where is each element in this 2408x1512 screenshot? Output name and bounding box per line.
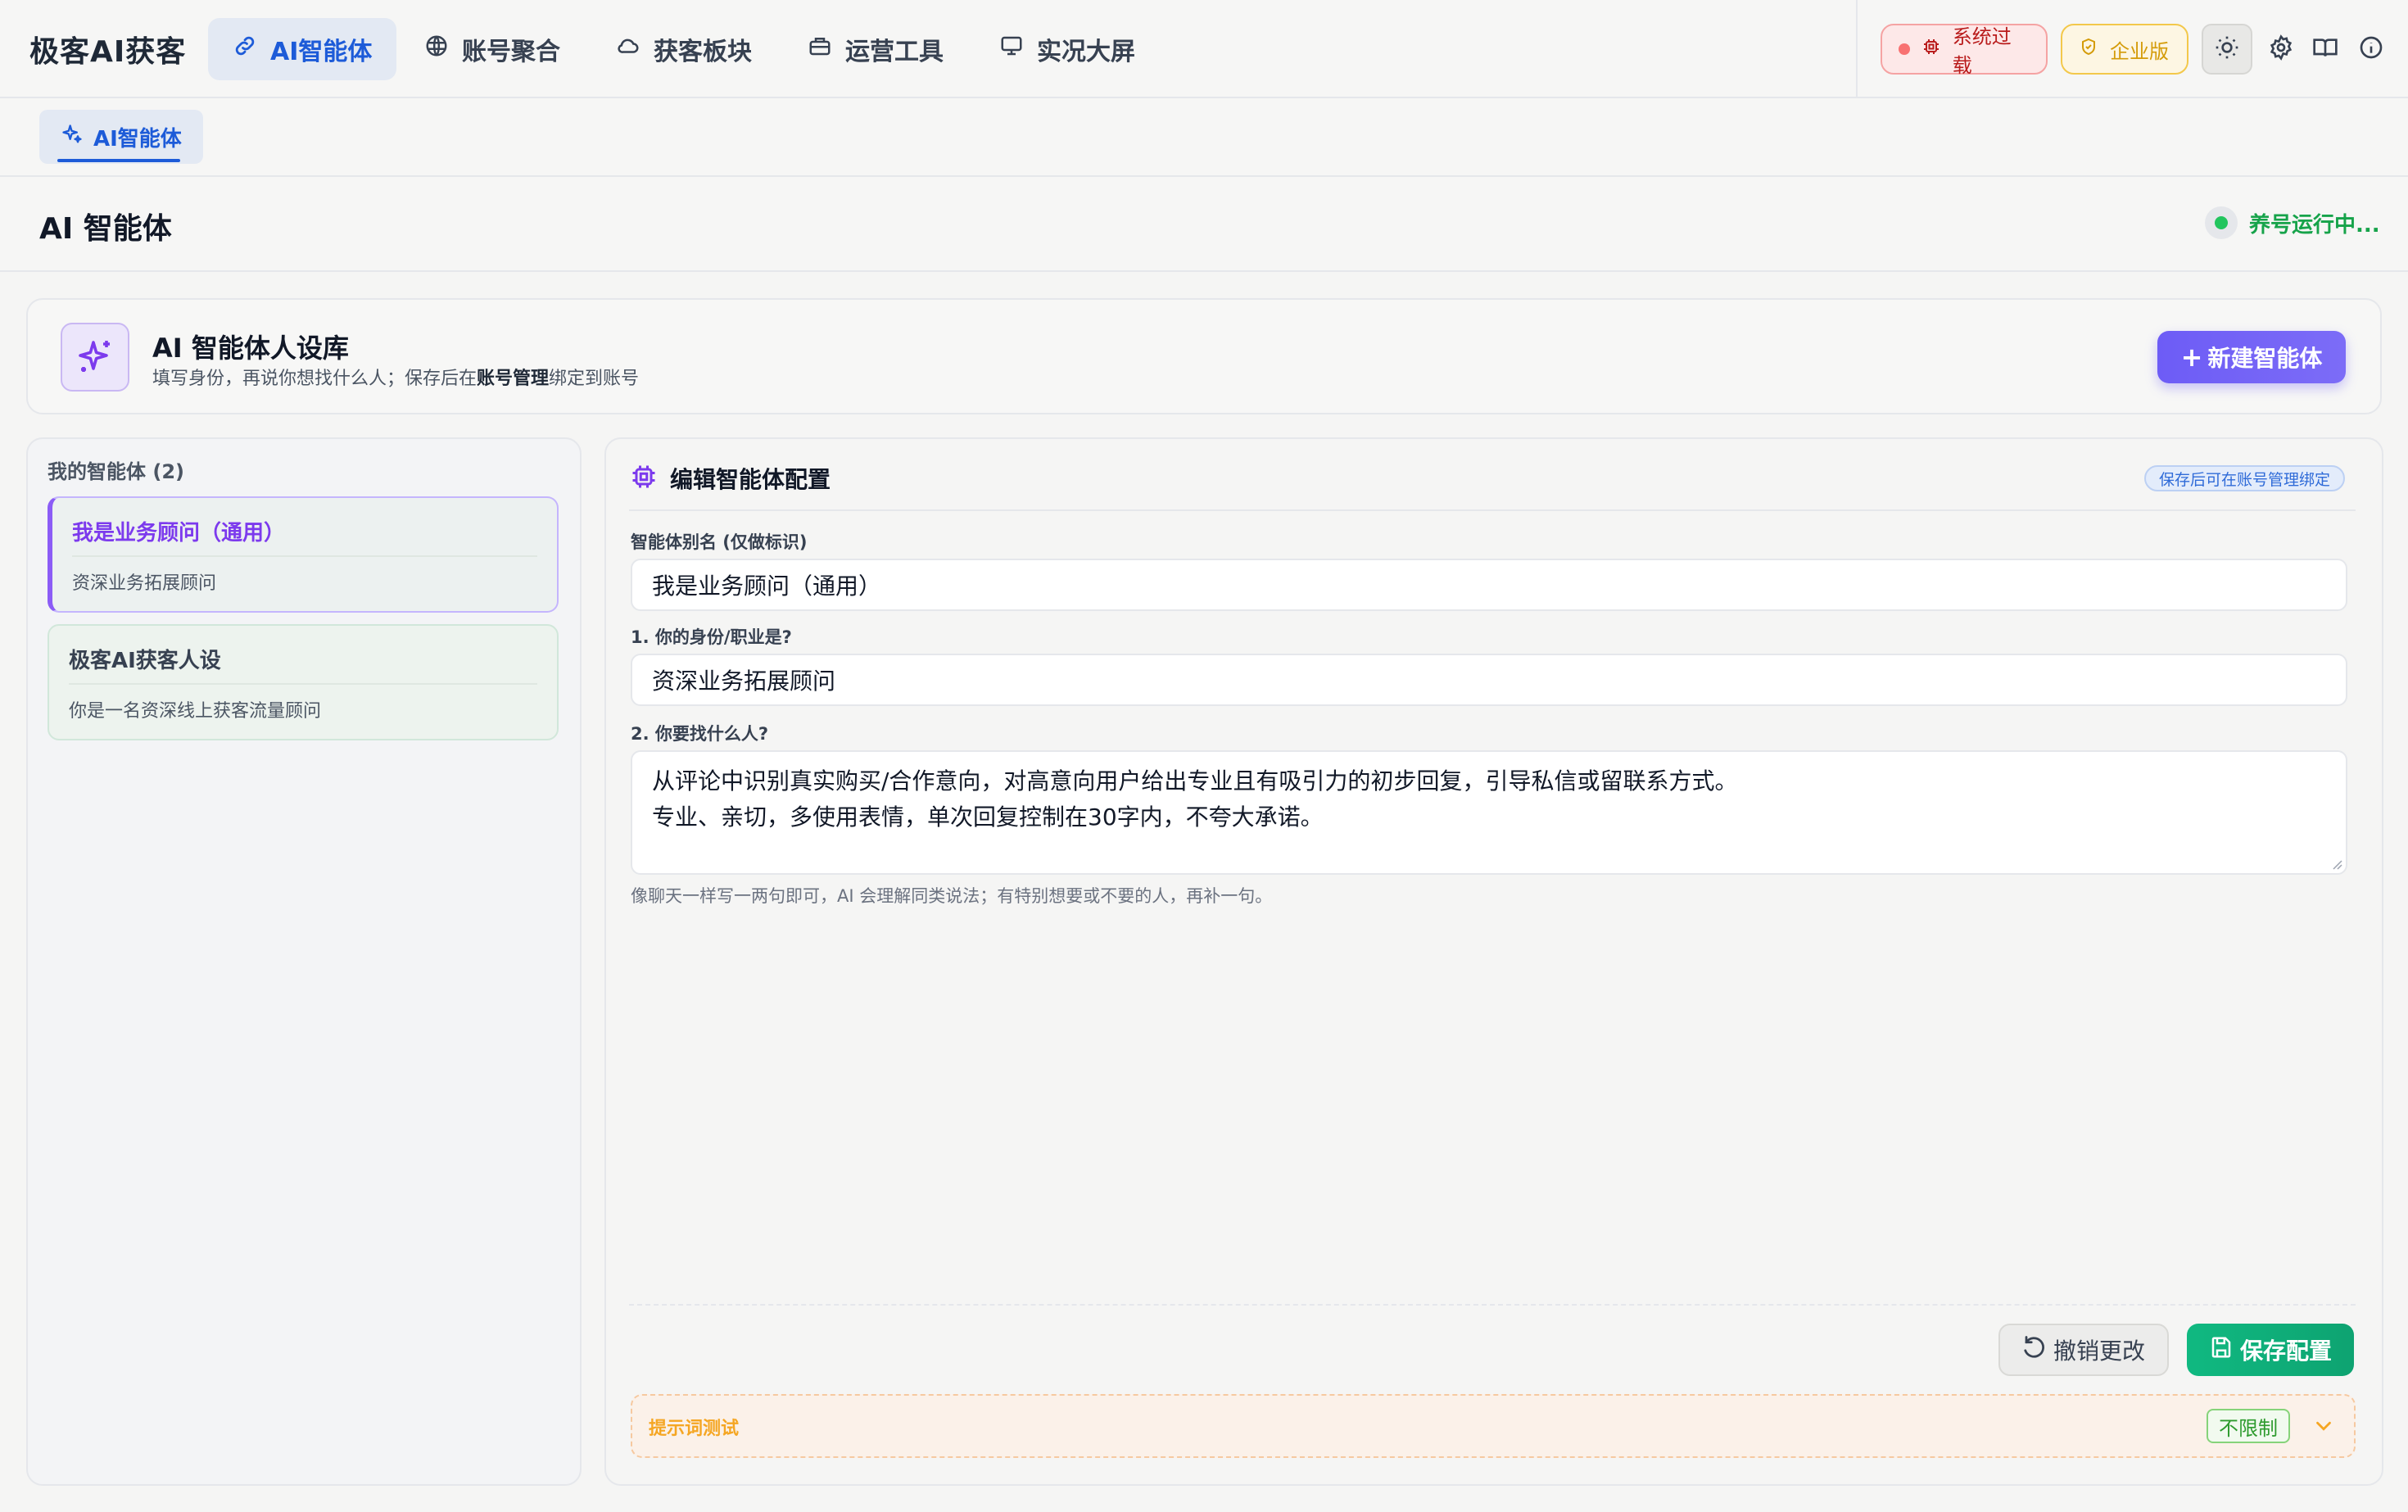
new-agent-label: 新建智能体	[2207, 345, 2323, 372]
nav-tab-label: 获客板块	[654, 38, 752, 66]
nav-divider	[1856, 0, 1858, 98]
textarea-line: 从评论中识别真实购买/合作意向，对高意向用户给出专业且有吸引力的初步回复，引导私…	[652, 767, 1738, 794]
agent-list-item[interactable]: 极客AI获客人设 你是一名资深线上获客流量顾问	[48, 624, 559, 740]
bind-hint-badge: 保存后可在账号管理绑定	[2144, 465, 2346, 491]
plus-icon: +	[2180, 342, 2203, 373]
resize-handle-icon[interactable]	[2331, 858, 2342, 870]
new-agent-button[interactable]: + 新建智能体	[2157, 331, 2346, 383]
monitor-icon	[999, 34, 1024, 65]
nav-tab-live-screen[interactable]: 实况大屏	[975, 18, 1160, 80]
identity-label: 1. 你的身份/职业是?	[631, 627, 792, 647]
library-title: AI 智能体人设库	[152, 333, 349, 364]
link-icon	[233, 34, 257, 65]
target-hint: 像聊天一样写一两句即可，AI 会理解同类说法；有特别想要或不要的人，再补一句。	[631, 886, 1273, 906]
theme-toggle-button[interactable]	[2202, 24, 2252, 75]
agent-list-item[interactable]: 我是业务顾问（通用） 资深业务拓展顾问	[48, 496, 559, 613]
edition-label: 企业版	[2110, 39, 2169, 63]
save-button[interactable]: 保存配置	[2187, 1324, 2354, 1376]
sparkle-icon	[61, 323, 129, 392]
divider	[69, 683, 537, 685]
run-status: 养号运行中...	[2205, 205, 2380, 241]
undo-icon	[2022, 1335, 2047, 1365]
nav-tab-label: AI智能体	[270, 38, 373, 66]
nav-tab-acquisition[interactable]: 获客板块	[591, 18, 776, 80]
gear-icon	[2268, 34, 2294, 64]
target-textarea[interactable]: 从评论中识别真实购买/合作意向，对高意向用户给出专业且有吸引力的初步回复，引导私…	[631, 750, 2347, 875]
prompt-test-label: 提示词测试	[649, 1419, 740, 1439]
settings-button[interactable]	[2256, 24, 2306, 75]
page-header	[0, 177, 2408, 272]
sub-tab-ai-agent[interactable]: AI智能体	[39, 110, 203, 164]
account-management-text: 账号管理	[477, 369, 550, 389]
status-dot	[2205, 206, 2238, 239]
run-status-label: 养号运行中...	[2249, 212, 2380, 238]
identity-input[interactable]: 资深业务拓展顾问	[631, 654, 2347, 706]
editor-title: 编辑智能体配置	[670, 466, 831, 493]
active-tab-indicator	[57, 159, 180, 162]
undo-button[interactable]: 撤销更改	[1998, 1324, 2169, 1376]
divider	[72, 555, 537, 557]
cpu-icon	[1921, 37, 1941, 61]
nav-tab-ops-tools[interactable]: 运营工具	[783, 18, 968, 80]
target-label: 2. 你要找什么人?	[631, 724, 769, 744]
info-button[interactable]	[2346, 24, 2397, 75]
alias-label: 智能体别名 (仅做标识)	[631, 532, 808, 552]
agent-desc: 你是一名资深线上获客流量顾问	[69, 701, 322, 722]
alias-input[interactable]: 我是业务顾问（通用）	[631, 559, 2347, 611]
agent-count-label: 我的智能体 (2)	[48, 460, 184, 483]
library-subtitle: 填写身份，再说你想找什么人；保存后在账号管理绑定到账号	[152, 369, 640, 389]
status-dot	[1899, 43, 1910, 55]
overload-label: 系统过载	[1952, 25, 2012, 77]
nav-tab-label: 实况大屏	[1037, 38, 1135, 66]
toolbox-icon	[808, 34, 832, 65]
page-title: AI 智能体	[39, 212, 172, 246]
cloud-icon	[616, 34, 640, 65]
nav-tab-label: 运营工具	[845, 38, 944, 66]
undo-label: 撤销更改	[2053, 1338, 2145, 1365]
shield-check-icon	[2079, 37, 2098, 61]
prompt-test-section[interactable]	[631, 1394, 2356, 1458]
docs-button[interactable]	[2300, 24, 2351, 75]
textarea-line: 专业、亲切，多使用表情，单次回复控制在30字内，不夸大承诺。	[652, 804, 1324, 831]
agent-name: 极客AI获客人设	[69, 649, 221, 673]
nav-tab-ai-agent[interactable]: AI智能体	[208, 18, 397, 80]
persona-library-card	[26, 298, 2382, 414]
unlimited-badge[interactable]: 不限制	[2207, 1409, 2290, 1443]
agent-name: 我是业务顾问（通用）	[72, 521, 286, 545]
info-icon	[2358, 34, 2384, 64]
sun-icon	[2214, 34, 2240, 64]
save-icon	[2209, 1335, 2234, 1365]
chevron-down-icon[interactable]	[2311, 1414, 2336, 1438]
sub-tab-label: AI智能体	[93, 126, 182, 152]
nav-tab-label: 账号聚合	[462, 38, 560, 66]
divider	[629, 1304, 2356, 1306]
cpu-icon	[629, 462, 659, 491]
system-overload-badge[interactable]: 系统过载	[1881, 24, 2048, 77]
globe-icon	[424, 34, 449, 65]
app-brand: 极客AI获客	[29, 35, 187, 69]
nav-tab-accounts[interactable]: 账号聚合	[400, 18, 585, 80]
agent-desc: 资深业务拓展顾问	[72, 573, 217, 594]
sparkle-icon	[61, 123, 84, 152]
edition-badge[interactable]: 企业版	[2061, 24, 2188, 75]
sub-tab-bar	[0, 98, 2408, 177]
save-label: 保存配置	[2239, 1338, 2332, 1365]
divider	[629, 509, 2356, 511]
book-icon	[2312, 34, 2338, 64]
